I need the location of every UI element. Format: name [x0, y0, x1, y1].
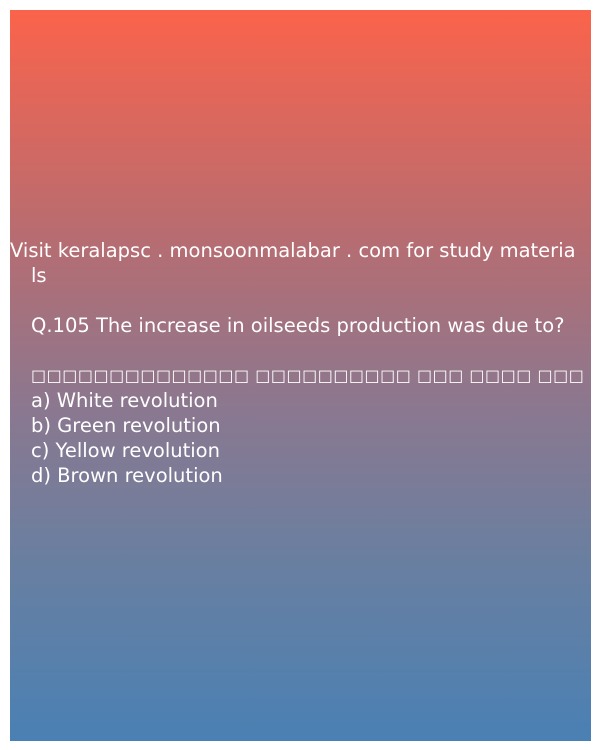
promo-text-line-2: ls — [31, 264, 47, 287]
question-card: Visit keralapsc . monsoonmalabar . com f… — [10, 10, 591, 741]
option-b: b) Green revolution — [31, 414, 221, 437]
question-content: Visit keralapsc . monsoonmalabar . com f… — [10, 238, 591, 488]
question-text-malayalam: □□□□□□□□□□□□□□ □□□□□□□□□□ □□□ □□□□ □□□ ,… — [31, 366, 591, 385]
promo-text-line-1: Visit keralapsc . monsoonmalabar . com f… — [10, 239, 576, 262]
option-a: a) White revolution — [31, 389, 218, 412]
question-text: Q.105 The increase in oilseeds productio… — [31, 314, 565, 337]
option-c: c) Yellow revolution — [31, 439, 220, 462]
option-d: d) Brown revolution — [31, 464, 223, 487]
